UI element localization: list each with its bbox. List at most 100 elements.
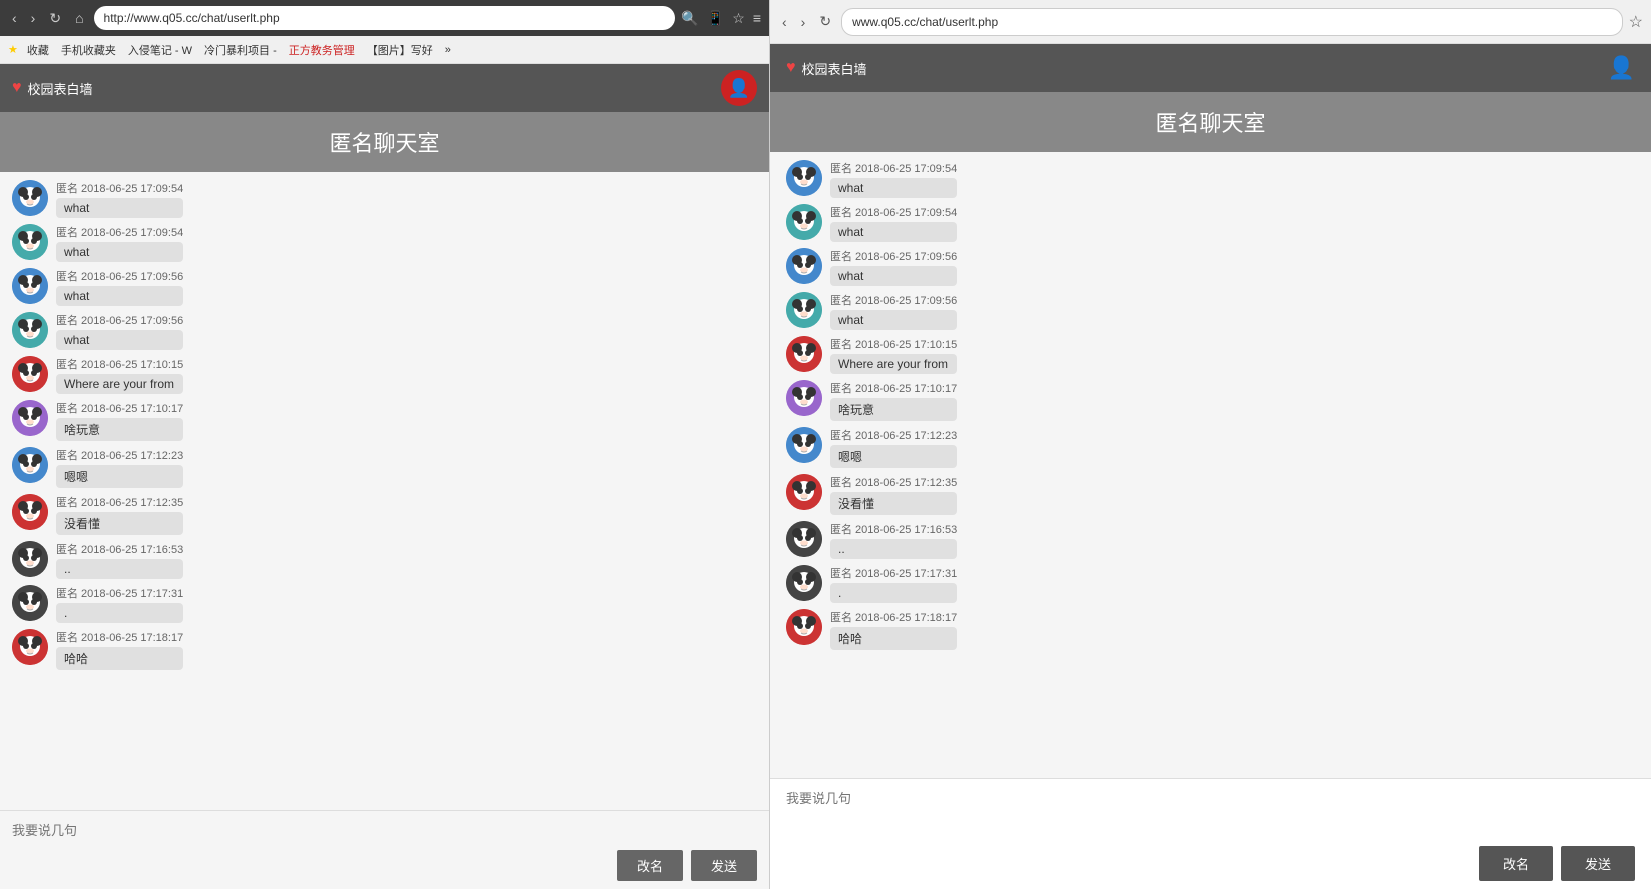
forward-button[interactable]: › xyxy=(27,8,40,28)
avatar xyxy=(786,427,822,463)
message-bubble: 嗯嗯 xyxy=(56,465,183,488)
bookmark-star-icon[interactable]: ☆ xyxy=(732,10,745,27)
bookmark-more[interactable]: » xyxy=(442,43,454,57)
url-bar[interactable]: http://www.q05.cc/chat/userlt.php xyxy=(94,6,676,30)
right-chat-input[interactable] xyxy=(786,787,1635,810)
right-chat-buttons: 改名 发送 xyxy=(786,846,1635,881)
message-bubble: 哈哈 xyxy=(56,647,183,670)
right-rename-button[interactable]: 改名 xyxy=(1479,846,1553,881)
right-star-icon[interactable]: ☆ xyxy=(1629,12,1643,32)
back-button[interactable]: ‹ xyxy=(8,8,21,28)
mobile-icon[interactable]: 📱 xyxy=(707,10,724,27)
right-app-header: ♥ 校园表白墙 👤 xyxy=(770,44,1651,92)
message-content: 匿名 2018-06-25 17:12:35 没看懂 xyxy=(830,474,957,515)
message-meta: 匿名 2018-06-25 17:17:31 xyxy=(830,565,957,581)
refresh-button[interactable]: ↻ xyxy=(45,8,65,29)
message-bubble: . xyxy=(830,583,957,603)
avatar xyxy=(786,248,822,284)
right-forward-button[interactable]: › xyxy=(797,12,810,32)
search-icon[interactable]: 🔍 xyxy=(681,10,698,27)
home-button[interactable]: ⌂ xyxy=(71,8,87,28)
message-meta: 匿名 2018-06-25 17:18:17 xyxy=(830,609,957,625)
bookmarks-bar: ★ 收藏 手机收藏夹 入侵笔记 - W 冷门暴利项目 - 正方教务管理 【图片】… xyxy=(0,36,769,64)
right-browser-chrome: ‹ › ↻ www.q05.cc/chat/userlt.php ☆ xyxy=(770,0,1651,44)
message-content: 匿名 2018-06-25 17:12:35 没看懂 xyxy=(56,494,183,535)
message-meta: 匿名 2018-06-25 17:09:56 xyxy=(830,248,957,264)
avatar xyxy=(12,356,48,392)
right-url-bar[interactable]: www.q05.cc/chat/userlt.php xyxy=(841,8,1623,36)
user-icon-left: 👤 xyxy=(728,78,750,99)
message-row: 匿名 2018-06-25 17:09:56 what xyxy=(12,268,757,306)
message-row: 匿名 2018-06-25 17:09:54 what xyxy=(786,160,1635,198)
avatar xyxy=(12,447,48,483)
heart-icon: ♥ xyxy=(12,79,22,97)
message-bubble: what xyxy=(56,198,183,218)
bookmark-collections[interactable]: 收藏 xyxy=(24,41,52,59)
avatar xyxy=(12,268,48,304)
message-meta: 匿名 2018-06-25 17:17:31 xyxy=(56,585,183,601)
message-meta: 匿名 2018-06-25 17:10:15 xyxy=(56,356,183,372)
message-content: 匿名 2018-06-25 17:09:54 what xyxy=(56,180,183,218)
left-send-button[interactable]: 发送 xyxy=(691,850,757,881)
message-row: 匿名 2018-06-25 17:18:17 哈哈 xyxy=(12,629,757,670)
message-content: 匿名 2018-06-25 17:09:56 what xyxy=(830,248,957,286)
message-bubble: what xyxy=(56,330,183,350)
message-content: 匿名 2018-06-25 17:10:17 啥玩意 xyxy=(56,400,183,441)
message-bubble: 没看懂 xyxy=(830,492,957,515)
message-content: 匿名 2018-06-25 17:12:23 嗯嗯 xyxy=(56,447,183,488)
right-heart-icon: ♥ xyxy=(786,59,796,77)
message-bubble: what xyxy=(830,222,957,242)
bookmark-admin[interactable]: 正方教务管理 xyxy=(286,41,358,59)
avatar xyxy=(12,312,48,348)
avatar xyxy=(12,224,48,260)
message-bubble: what xyxy=(56,286,183,306)
message-bubble: .. xyxy=(830,539,957,559)
right-back-button[interactable]: ‹ xyxy=(778,12,791,32)
right-send-button[interactable]: 发送 xyxy=(1561,846,1635,881)
message-content: 匿名 2018-06-25 17:10:17 啥玩意 xyxy=(830,380,957,421)
message-bubble: . xyxy=(56,603,183,623)
bookmark-notes[interactable]: 入侵笔记 - W xyxy=(125,41,195,59)
message-bubble: 哈哈 xyxy=(830,627,957,650)
message-meta: 匿名 2018-06-25 17:09:56 xyxy=(56,268,183,284)
left-rename-button[interactable]: 改名 xyxy=(617,850,683,881)
message-row: 匿名 2018-06-25 17:16:53 .. xyxy=(12,541,757,579)
left-app-header: ♥ 校园表白墙 👤 xyxy=(0,64,769,112)
message-meta: 匿名 2018-06-25 17:09:54 xyxy=(830,204,957,220)
message-meta: 匿名 2018-06-25 17:09:54 xyxy=(56,180,183,196)
message-content: 匿名 2018-06-25 17:17:31 . xyxy=(56,585,183,623)
right-refresh-button[interactable]: ↻ xyxy=(815,11,835,32)
right-site-name: 校园表白墙 xyxy=(802,59,867,78)
message-bubble: Where are your from xyxy=(830,354,957,374)
message-content: 匿名 2018-06-25 17:09:54 what xyxy=(830,204,957,242)
message-bubble: what xyxy=(830,266,957,286)
message-bubble: 啥玩意 xyxy=(56,418,183,441)
message-content: 匿名 2018-06-25 17:09:56 what xyxy=(56,312,183,350)
left-chat-input[interactable] xyxy=(12,819,757,842)
message-meta: 匿名 2018-06-25 17:12:23 xyxy=(56,447,183,463)
message-meta: 匿名 2018-06-25 17:12:23 xyxy=(830,427,957,443)
message-meta: 匿名 2018-06-25 17:16:53 xyxy=(56,541,183,557)
message-content: 匿名 2018-06-25 17:10:15 Where are your fr… xyxy=(56,356,183,394)
user-button-left[interactable]: 👤 xyxy=(721,70,757,106)
message-row: 匿名 2018-06-25 17:09:54 what xyxy=(12,180,757,218)
message-content: 匿名 2018-06-25 17:16:53 .. xyxy=(56,541,183,579)
right-user-icon[interactable]: 👤 xyxy=(1608,55,1635,81)
avatar xyxy=(12,180,48,216)
bookmark-mobile[interactable]: 手机收藏夹 xyxy=(58,41,119,59)
message-row: 匿名 2018-06-25 17:16:53 .. xyxy=(786,521,1635,559)
message-meta: 匿名 2018-06-25 17:12:35 xyxy=(830,474,957,490)
avatar xyxy=(786,292,822,328)
avatar xyxy=(12,541,48,577)
menu-icon[interactable]: ≡ xyxy=(753,10,761,27)
message-bubble: 没看懂 xyxy=(56,512,183,535)
bookmark-images[interactable]: 【图片】写好 xyxy=(364,41,436,59)
message-content: 匿名 2018-06-25 17:17:31 . xyxy=(830,565,957,603)
avatar xyxy=(12,494,48,530)
bookmark-projects[interactable]: 冷门暴利项目 - xyxy=(201,41,280,59)
avatar xyxy=(786,336,822,372)
avatar xyxy=(786,609,822,645)
right-url-text: www.q05.cc/chat/userlt.php xyxy=(852,15,998,29)
message-content: 匿名 2018-06-25 17:09:54 what xyxy=(830,160,957,198)
left-chat-title: 匿名聊天室 xyxy=(0,112,769,172)
